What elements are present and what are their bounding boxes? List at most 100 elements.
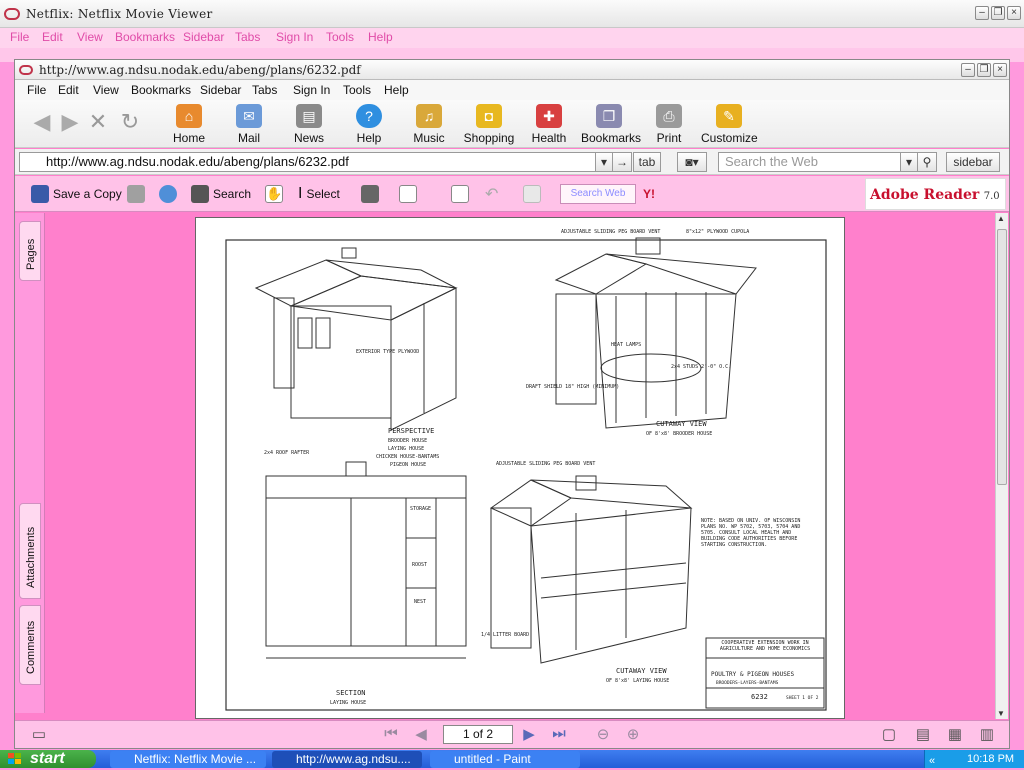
label-peg-vent: ADJUSTABLE SLIDING PEG BOARD VENT bbox=[561, 229, 660, 235]
menu-tools[interactable]: Tools bbox=[343, 83, 371, 97]
search-magnifier-icon[interactable]: ⚲ bbox=[917, 152, 937, 172]
taskbar-item-paint[interactable]: untitled - Paint bbox=[430, 751, 580, 768]
print-label: Print bbox=[656, 131, 682, 145]
scroll-down-arrow-icon[interactable]: ▼ bbox=[997, 709, 1005, 718]
undo-button[interactable]: ↶ bbox=[485, 182, 498, 206]
email-button[interactable] bbox=[159, 182, 177, 206]
menu-file[interactable]: File bbox=[10, 30, 29, 44]
save-a-copy-button[interactable]: Save a Copy bbox=[31, 182, 122, 206]
menu-bookmarks[interactable]: Bookmarks bbox=[115, 30, 175, 44]
page-layout-icon bbox=[399, 185, 417, 203]
customize-label: Customize bbox=[701, 131, 758, 145]
copy-button[interactable] bbox=[523, 182, 541, 206]
last-page-icon[interactable]: ⏭ bbox=[549, 725, 569, 742]
hand-tool-icon: ✋ bbox=[265, 185, 283, 203]
page-view-menu-button[interactable] bbox=[399, 182, 417, 206]
coop-text: COOPERATIVE EXTENSION WORK IN AGRICULTUR… bbox=[719, 640, 811, 652]
health-button[interactable]: ✚ Health bbox=[521, 104, 577, 146]
bookmarks-label: Bookmarks bbox=[581, 131, 642, 145]
tray-arrow-icon[interactable]: « bbox=[929, 752, 935, 770]
menu-sign-in[interactable]: Sign In bbox=[293, 83, 330, 97]
maximize-button[interactable]: ❐ bbox=[977, 63, 991, 77]
menu-bookmarks[interactable]: Bookmarks bbox=[131, 83, 191, 97]
vertical-scrollbar[interactable]: ▲ ▼ bbox=[995, 213, 1008, 719]
outer-menu-bar: File Edit View Bookmarks Sidebar Tabs Si… bbox=[0, 28, 1024, 48]
print-button[interactable]: ⎙ Print bbox=[641, 104, 697, 146]
select-label: Select bbox=[306, 187, 340, 201]
previous-view-icon[interactable]: ⊖ bbox=[593, 725, 613, 743]
web-search-input[interactable]: Search the Web bbox=[718, 152, 918, 172]
menu-tools[interactable]: Tools bbox=[326, 30, 354, 44]
menu-edit[interactable]: Edit bbox=[58, 83, 79, 97]
document-viewport[interactable]: EXTERIOR TYPE PLYWOOD PERSPECTIVE BROODE… bbox=[46, 213, 994, 719]
menu-tabs[interactable]: Tabs bbox=[235, 30, 260, 44]
facing-icon[interactable]: ▦ bbox=[945, 725, 965, 743]
spellcheck-button[interactable] bbox=[451, 182, 469, 206]
next-view-icon[interactable]: ⊕ bbox=[623, 725, 643, 743]
minimize-button[interactable]: – bbox=[961, 63, 975, 77]
yahoo-logo-icon[interactable]: Y! bbox=[643, 182, 655, 206]
menu-tabs[interactable]: Tabs bbox=[252, 83, 277, 97]
search-button[interactable]: Search bbox=[191, 182, 251, 206]
url-dropdown-icon[interactable]: ▾ bbox=[595, 152, 613, 172]
maximize-button[interactable]: ❐ bbox=[991, 6, 1005, 20]
select-tool-button[interactable]: I Select bbox=[298, 182, 340, 206]
menu-sidebar[interactable]: Sidebar bbox=[200, 83, 241, 97]
help-button[interactable]: ? Help bbox=[341, 104, 397, 146]
menu-sidebar[interactable]: Sidebar bbox=[183, 30, 224, 44]
previous-page-icon[interactable]: ◀ bbox=[411, 725, 431, 743]
shopping-button[interactable]: ◘ Shopping bbox=[461, 104, 517, 146]
forward-arrow-icon[interactable]: ▶ bbox=[57, 108, 83, 136]
hand-tool-button[interactable]: ✋ bbox=[265, 182, 283, 206]
tab-pages[interactable]: Pages bbox=[19, 221, 41, 281]
mail-button[interactable]: ✉ Mail bbox=[221, 104, 277, 146]
page-number-field[interactable]: 1 of 2 bbox=[443, 725, 513, 744]
search-web-field[interactable]: Search Web bbox=[560, 184, 636, 204]
shopping-bag-icon: ◘ bbox=[476, 104, 502, 128]
music-button[interactable]: ♫ Music bbox=[401, 104, 457, 146]
news-button[interactable]: ▤ News bbox=[281, 104, 337, 146]
search-engine-dropdown-icon[interactable]: ▾ bbox=[900, 152, 918, 172]
tab-button[interactable]: tab bbox=[633, 152, 661, 172]
label-section: SECTION bbox=[336, 689, 366, 697]
tab-comments[interactable]: Comments bbox=[19, 605, 41, 685]
scrollbar-thumb[interactable] bbox=[997, 229, 1007, 485]
menu-sign-in[interactable]: Sign In bbox=[276, 30, 313, 44]
close-button[interactable]: × bbox=[1007, 6, 1021, 20]
go-arrow-icon[interactable]: → bbox=[612, 152, 632, 172]
menu-view[interactable]: View bbox=[77, 30, 103, 44]
label-peg-vent: ADJUSTABLE SLIDING PEG BOARD VENT bbox=[496, 461, 595, 467]
single-page-icon[interactable]: ▢ bbox=[879, 725, 899, 743]
camera-dropdown-icon[interactable]: ◙▾ bbox=[677, 152, 707, 172]
start-button[interactable]: start bbox=[0, 750, 96, 768]
back-arrow-icon[interactable]: ◀ bbox=[29, 108, 55, 136]
menu-help[interactable]: Help bbox=[384, 83, 409, 97]
close-button[interactable]: × bbox=[993, 63, 1007, 77]
home-button[interactable]: ⌂ Home bbox=[161, 104, 217, 146]
spellcheck-icon bbox=[451, 185, 469, 203]
print-document-button[interactable] bbox=[127, 182, 145, 206]
taskbar-item-netflix[interactable]: Netflix: Netflix Movie ... bbox=[110, 751, 266, 768]
taskbar-item-pdf[interactable]: http://www.ag.ndsu.... bbox=[272, 751, 422, 768]
minimize-button[interactable]: – bbox=[975, 6, 989, 20]
customize-button[interactable]: ✎ Customize bbox=[701, 104, 758, 146]
menu-help[interactable]: Help bbox=[368, 30, 393, 44]
menu-view[interactable]: View bbox=[93, 83, 119, 97]
bookmarks-button[interactable]: ❐ Bookmarks bbox=[581, 104, 642, 146]
continuous-icon[interactable]: ▤ bbox=[913, 725, 933, 743]
outer-window-title: Netflix: Netflix Movie Viewer bbox=[26, 7, 213, 21]
next-page-icon[interactable]: ▶ bbox=[519, 725, 539, 743]
menu-edit[interactable]: Edit bbox=[42, 30, 63, 44]
snapshot-button[interactable] bbox=[361, 182, 379, 206]
menu-file[interactable]: File bbox=[27, 83, 46, 97]
first-page-icon[interactable]: ⏮ bbox=[381, 725, 401, 742]
panel-toggle-icon[interactable]: ▭ bbox=[29, 725, 49, 743]
scroll-up-arrow-icon[interactable]: ▲ bbox=[997, 214, 1005, 223]
label-cutaway-2: CUTAWAY VIEW bbox=[616, 667, 667, 675]
sidebar-button[interactable]: sidebar bbox=[946, 152, 1000, 172]
tab-attachments[interactable]: Attachments bbox=[19, 503, 41, 599]
url-input[interactable]: http://www.ag.ndsu.nodak.edu/abeng/plans… bbox=[19, 152, 609, 172]
reload-icon[interactable]: ↻ bbox=[117, 108, 143, 136]
stop-icon[interactable]: ✕ bbox=[85, 108, 111, 136]
continuous-facing-icon[interactable]: ▥ bbox=[977, 725, 997, 743]
